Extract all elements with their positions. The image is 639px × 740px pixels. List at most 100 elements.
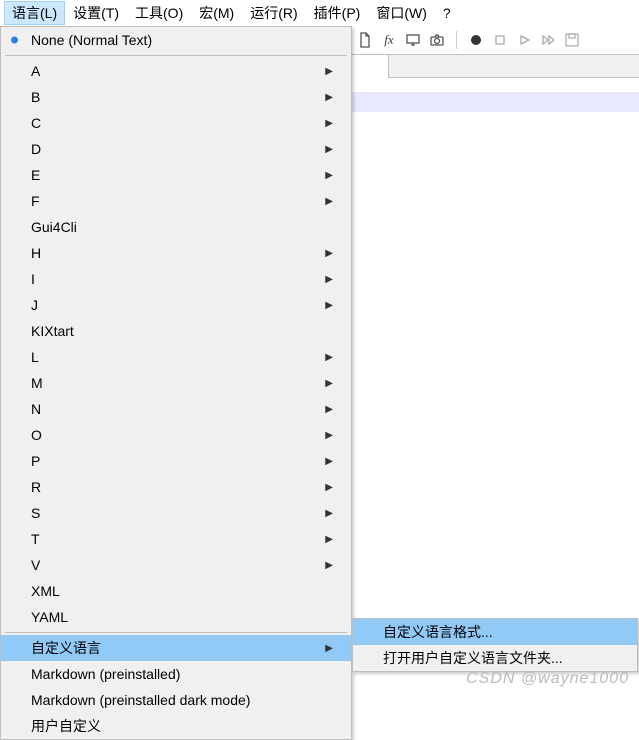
camera-icon[interactable] <box>428 31 446 49</box>
menu-item-label: I <box>31 271 35 287</box>
menu-item-label: Markdown (preinstalled) <box>31 666 180 682</box>
language-menu-item[interactable]: 用户自定义 <box>1 713 351 739</box>
language-menu-item[interactable]: YAML <box>1 604 351 630</box>
menu-6[interactable]: 窗口(W) <box>368 1 435 25</box>
language-menu-item[interactable]: L▶ <box>1 344 351 370</box>
submenu-arrow-icon: ▶ <box>325 560 333 571</box>
language-menu-item[interactable]: J▶ <box>1 292 351 318</box>
menu-item-label: Gui4Cli <box>31 219 77 235</box>
menu-item-label: J <box>31 297 38 313</box>
language-menu-item[interactable]: Markdown (preinstalled dark mode) <box>1 687 351 713</box>
language-menu-item[interactable]: Markdown (preinstalled) <box>1 661 351 687</box>
menu-item-label: YAML <box>31 609 68 625</box>
submenu-item[interactable]: 自定义语言格式... <box>353 619 637 645</box>
menubar: 语言(L)设置(T)工具(O)宏(M)运行(R)插件(P)窗口(W)? <box>0 0 639 26</box>
menu-item-label: O <box>31 427 42 443</box>
submenu-arrow-icon: ▶ <box>325 430 333 441</box>
menu-5[interactable]: 插件(P) <box>306 1 369 25</box>
menu-item-label: None (Normal Text) <box>31 32 152 48</box>
menu-item-label: D <box>31 141 41 157</box>
play-icon[interactable] <box>515 31 533 49</box>
submenu-arrow-icon: ▶ <box>325 482 333 493</box>
submenu-item-label: 打开用户自定义语言文件夹... <box>383 648 563 668</box>
language-menu-item[interactable]: KIXtart <box>1 318 351 344</box>
stop-icon[interactable] <box>491 31 509 49</box>
monitor-icon[interactable] <box>404 31 422 49</box>
toolbar-separator <box>456 31 457 49</box>
menu-item-label: 用户自定义 <box>31 716 101 736</box>
submenu-arrow-icon: ▶ <box>325 456 333 467</box>
language-menu-item[interactable]: F▶ <box>1 188 351 214</box>
menu-item-label: N <box>31 401 41 417</box>
menu-item-label: Markdown (preinstalled dark mode) <box>31 692 250 708</box>
submenu-arrow-icon: ▶ <box>325 508 333 519</box>
language-menu-item[interactable]: R▶ <box>1 474 351 500</box>
submenu-arrow-icon: ▶ <box>325 274 333 285</box>
language-menu-item[interactable]: I▶ <box>1 266 351 292</box>
language-menu-item[interactable]: XML <box>1 578 351 604</box>
menu-1[interactable]: 设置(T) <box>65 1 127 25</box>
menu-0[interactable]: 语言(L) <box>4 1 65 25</box>
submenu-item[interactable]: 打开用户自定义语言文件夹... <box>353 645 637 671</box>
menu-item-label: P <box>31 453 40 469</box>
menu-item-label: A <box>31 63 40 79</box>
language-menu-item[interactable]: A▶ <box>1 58 351 84</box>
menu-item-label: C <box>31 115 41 131</box>
language-menu-item[interactable]: None (Normal Text) <box>1 27 351 53</box>
menu-4[interactable]: 运行(R) <box>242 1 305 25</box>
menu-item-label: H <box>31 245 41 261</box>
language-menu-item[interactable]: O▶ <box>1 422 351 448</box>
watermark: CSDN @wayne1000 <box>466 670 629 688</box>
submenu-arrow-icon: ▶ <box>325 404 333 415</box>
tab-strip <box>352 54 639 78</box>
bullet-icon <box>11 37 18 44</box>
language-menu-item[interactable]: Gui4Cli <box>1 214 351 240</box>
user-defined-language-submenu: 自定义语言格式... 打开用户自定义语言文件夹... <box>352 618 638 672</box>
language-menu-item[interactable]: D▶ <box>1 136 351 162</box>
language-menu-item[interactable]: N▶ <box>1 396 351 422</box>
language-menu-item[interactable]: V▶ <box>1 552 351 578</box>
menu-item-label: L <box>31 349 39 365</box>
language-menu-item[interactable]: P▶ <box>1 448 351 474</box>
menu-item-label: T <box>31 531 40 547</box>
file-icon[interactable] <box>356 31 374 49</box>
ff-icon[interactable] <box>539 31 557 49</box>
language-menu-item[interactable]: 自定义语言 ▶ <box>1 635 351 661</box>
menu-separator <box>5 632 347 633</box>
submenu-item-label: 自定义语言格式... <box>383 622 493 642</box>
menu-3[interactable]: 宏(M) <box>191 1 242 25</box>
menu-item-label: M <box>31 375 43 391</box>
menu-item-label: R <box>31 479 41 495</box>
language-menu-item[interactable]: T▶ <box>1 526 351 552</box>
submenu-arrow-icon: ▶ <box>325 170 333 181</box>
language-menu-item[interactable]: H▶ <box>1 240 351 266</box>
menu-item-label: E <box>31 167 40 183</box>
menu-separator <box>5 55 347 56</box>
menu-item-label: V <box>31 557 40 573</box>
menu-7[interactable]: ? <box>435 3 459 23</box>
menu-2[interactable]: 工具(O) <box>127 1 191 25</box>
language-menu: None (Normal Text)A▶B▶C▶D▶E▶F▶Gui4CliH▶I… <box>0 26 352 740</box>
submenu-arrow-icon: ▶ <box>325 534 333 545</box>
current-line-highlight <box>352 92 639 112</box>
submenu-arrow-icon: ▶ <box>325 352 333 363</box>
menu-item-label: 自定义语言 <box>31 638 101 658</box>
language-menu-item[interactable]: E▶ <box>1 162 351 188</box>
menu-item-label: XML <box>31 583 60 599</box>
submenu-arrow-icon: ▶ <box>325 643 333 654</box>
submenu-arrow-icon: ▶ <box>325 378 333 389</box>
submenu-arrow-icon: ▶ <box>325 144 333 155</box>
menu-item-label: KIXtart <box>31 323 74 339</box>
language-menu-item[interactable]: B▶ <box>1 84 351 110</box>
tab-active[interactable] <box>352 55 389 79</box>
language-menu-item[interactable]: C▶ <box>1 110 351 136</box>
submenu-arrow-icon: ▶ <box>325 196 333 207</box>
record-icon[interactable] <box>467 31 485 49</box>
editor-area <box>352 78 639 694</box>
fx-icon[interactable]: fx <box>380 31 398 49</box>
submenu-arrow-icon: ▶ <box>325 300 333 311</box>
submenu-arrow-icon: ▶ <box>325 248 333 259</box>
language-menu-item[interactable]: S▶ <box>1 500 351 526</box>
save-macro-icon[interactable] <box>563 31 581 49</box>
language-menu-item[interactable]: M▶ <box>1 370 351 396</box>
